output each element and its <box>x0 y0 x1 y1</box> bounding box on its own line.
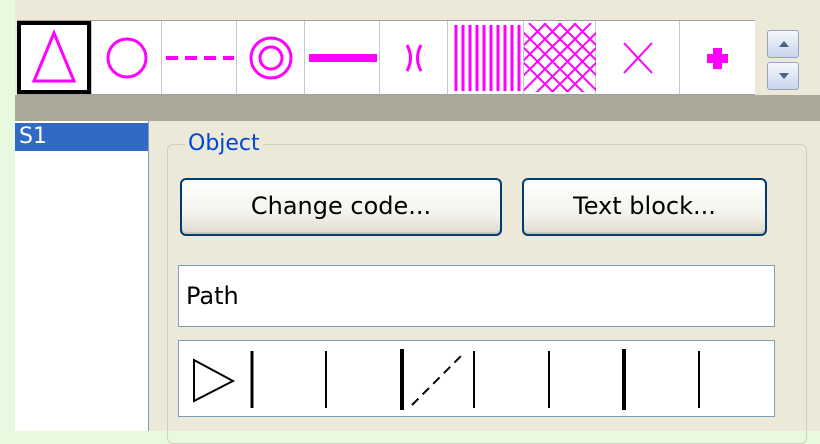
symbol-x-mark[interactable] <box>596 21 680 94</box>
circle-icon <box>106 37 148 79</box>
symbol-plus[interactable] <box>680 21 755 94</box>
text-block-button[interactable]: Text block... <box>522 178 767 236</box>
symbol-palette <box>17 20 755 95</box>
start-triangle-icon <box>193 358 236 403</box>
symbol-passage[interactable] <box>380 21 448 94</box>
path-segments-strip[interactable] <box>178 340 775 417</box>
symbol-circle[interactable] <box>92 21 162 94</box>
thick-line-icon <box>309 54 377 62</box>
symbol-thick-line[interactable] <box>305 21 380 94</box>
x-mark-icon <box>623 42 653 74</box>
path-segments-graphic <box>193 349 700 410</box>
change-code-button[interactable]: Change code... <box>180 178 502 236</box>
scroll-down-arrow-icon <box>779 73 789 79</box>
symbol-dashed-line[interactable] <box>162 21 237 94</box>
top-strip <box>15 0 820 20</box>
symbol-triangle[interactable] <box>17 21 92 94</box>
segment-dashed-diagonal <box>411 352 465 406</box>
object-name-field[interactable]: Path <box>178 265 775 327</box>
vertical-hatch-icon <box>454 25 521 91</box>
cross-hatch-icon <box>524 23 596 92</box>
scroll-up-arrow-icon <box>779 41 789 47</box>
splitter-bar[interactable] <box>15 95 820 121</box>
app-window: S1 Object Change code... Text block... P… <box>15 0 820 444</box>
object-list[interactable]: S1 <box>15 121 149 431</box>
plus-icon <box>707 48 728 69</box>
symbol-cross-hatch[interactable] <box>524 21 596 94</box>
list-item[interactable]: S1 <box>15 123 148 151</box>
passage-icon <box>405 44 423 72</box>
triangle-icon <box>31 29 77 83</box>
palette-scroll-down-button[interactable] <box>767 62 799 90</box>
palette-scroll-up-button[interactable] <box>767 30 799 58</box>
symbol-double-circle[interactable] <box>237 21 305 94</box>
object-group-title: Object <box>185 130 263 158</box>
dashed-line-icon <box>166 56 234 60</box>
symbol-vertical-hatch[interactable] <box>448 21 524 94</box>
double-circle-icon <box>249 36 293 80</box>
